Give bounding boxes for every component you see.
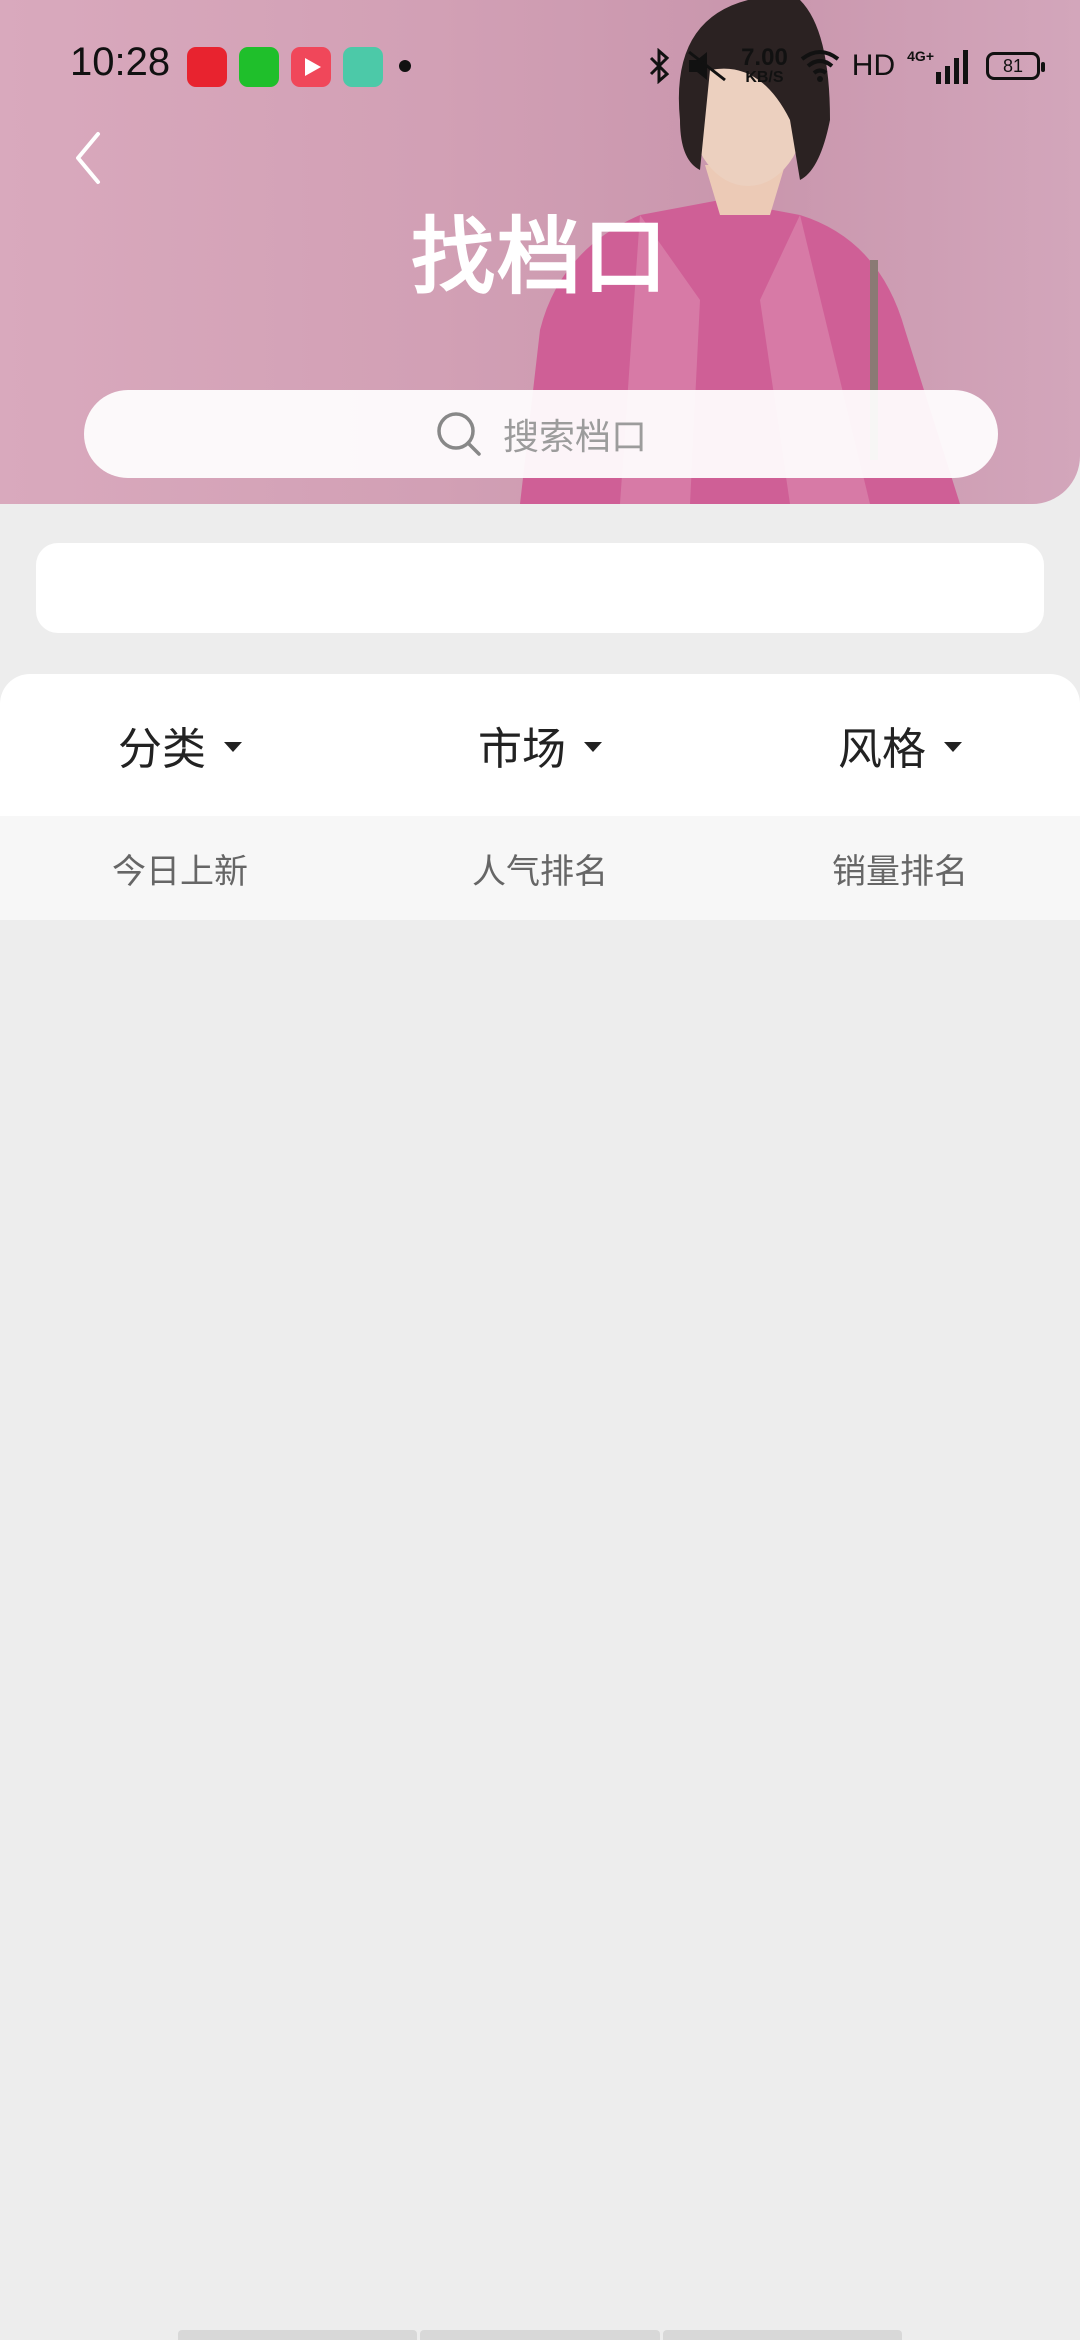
video-player-icon [291, 47, 331, 87]
notification-dot [399, 60, 411, 72]
battery-icon: 81 [986, 52, 1045, 80]
sort-tabs: 今日上新 人气排名 销量排名 [0, 816, 1080, 920]
filter-style-label: 风格 [838, 724, 926, 775]
filter-category[interactable]: 分类 [0, 674, 360, 816]
page-title: 找档口 [410, 208, 669, 306]
net-speed: 7.00 KB/S [741, 46, 788, 86]
battery-level: 81 [1002, 55, 1024, 76]
bluetooth-icon [650, 48, 670, 84]
caret-down-icon [584, 742, 602, 752]
filter-bar: 分类 市场 风格 [0, 674, 1080, 816]
caret-down-icon [944, 742, 962, 752]
status-icons: 7.00 KB/S HD 4G+ 81 [647, 38, 1045, 94]
filter-style[interactable]: 风格 [720, 674, 1080, 816]
bottom-tab-segment [662, 2330, 902, 2340]
status-time: 10:28 [70, 40, 171, 84]
hd-label: HD [851, 49, 896, 82]
info-card [36, 543, 1044, 633]
pinduoduo-icon [187, 47, 227, 87]
search-icon [437, 412, 481, 456]
signal-bars-icon [936, 50, 968, 84]
net-speed-value: 7.00 [741, 44, 788, 71]
sort-tab-popularity[interactable]: 人气排名 [360, 816, 720, 920]
net-speed-unit: KB/S [745, 69, 784, 86]
filter-market[interactable]: 市场 [360, 674, 720, 816]
sort-tab-new-today[interactable]: 今日上新 [0, 816, 360, 920]
bottom-tab-segment [420, 2330, 660, 2340]
signal-label: 4G+ [907, 48, 934, 64]
sort-tab-sales[interactable]: 销量排名 [720, 816, 1080, 920]
mute-icon [688, 50, 726, 82]
back-arrow-icon[interactable] [70, 128, 110, 188]
iqiyi-icon [239, 47, 279, 87]
header-banner: 10:28 7.00 KB/S HD 4G+ 81 找档口 搜索档口 [0, 0, 1080, 504]
bottom-tab-strip [178, 2330, 902, 2340]
filter-category-label: 分类 [118, 724, 206, 775]
search-bar[interactable]: 搜索档口 [84, 390, 998, 478]
bottom-tab-segment [178, 2330, 418, 2340]
wifi-icon [800, 50, 840, 82]
cell-signal: 4G+ [907, 48, 970, 84]
status-bar: 10:28 7.00 KB/S HD 4G+ 81 [0, 0, 1080, 132]
filter-market-label: 市场 [478, 724, 566, 775]
assistant-icon [343, 47, 383, 87]
search-placeholder: 搜索档口 [502, 417, 647, 458]
caret-down-icon [224, 742, 242, 752]
